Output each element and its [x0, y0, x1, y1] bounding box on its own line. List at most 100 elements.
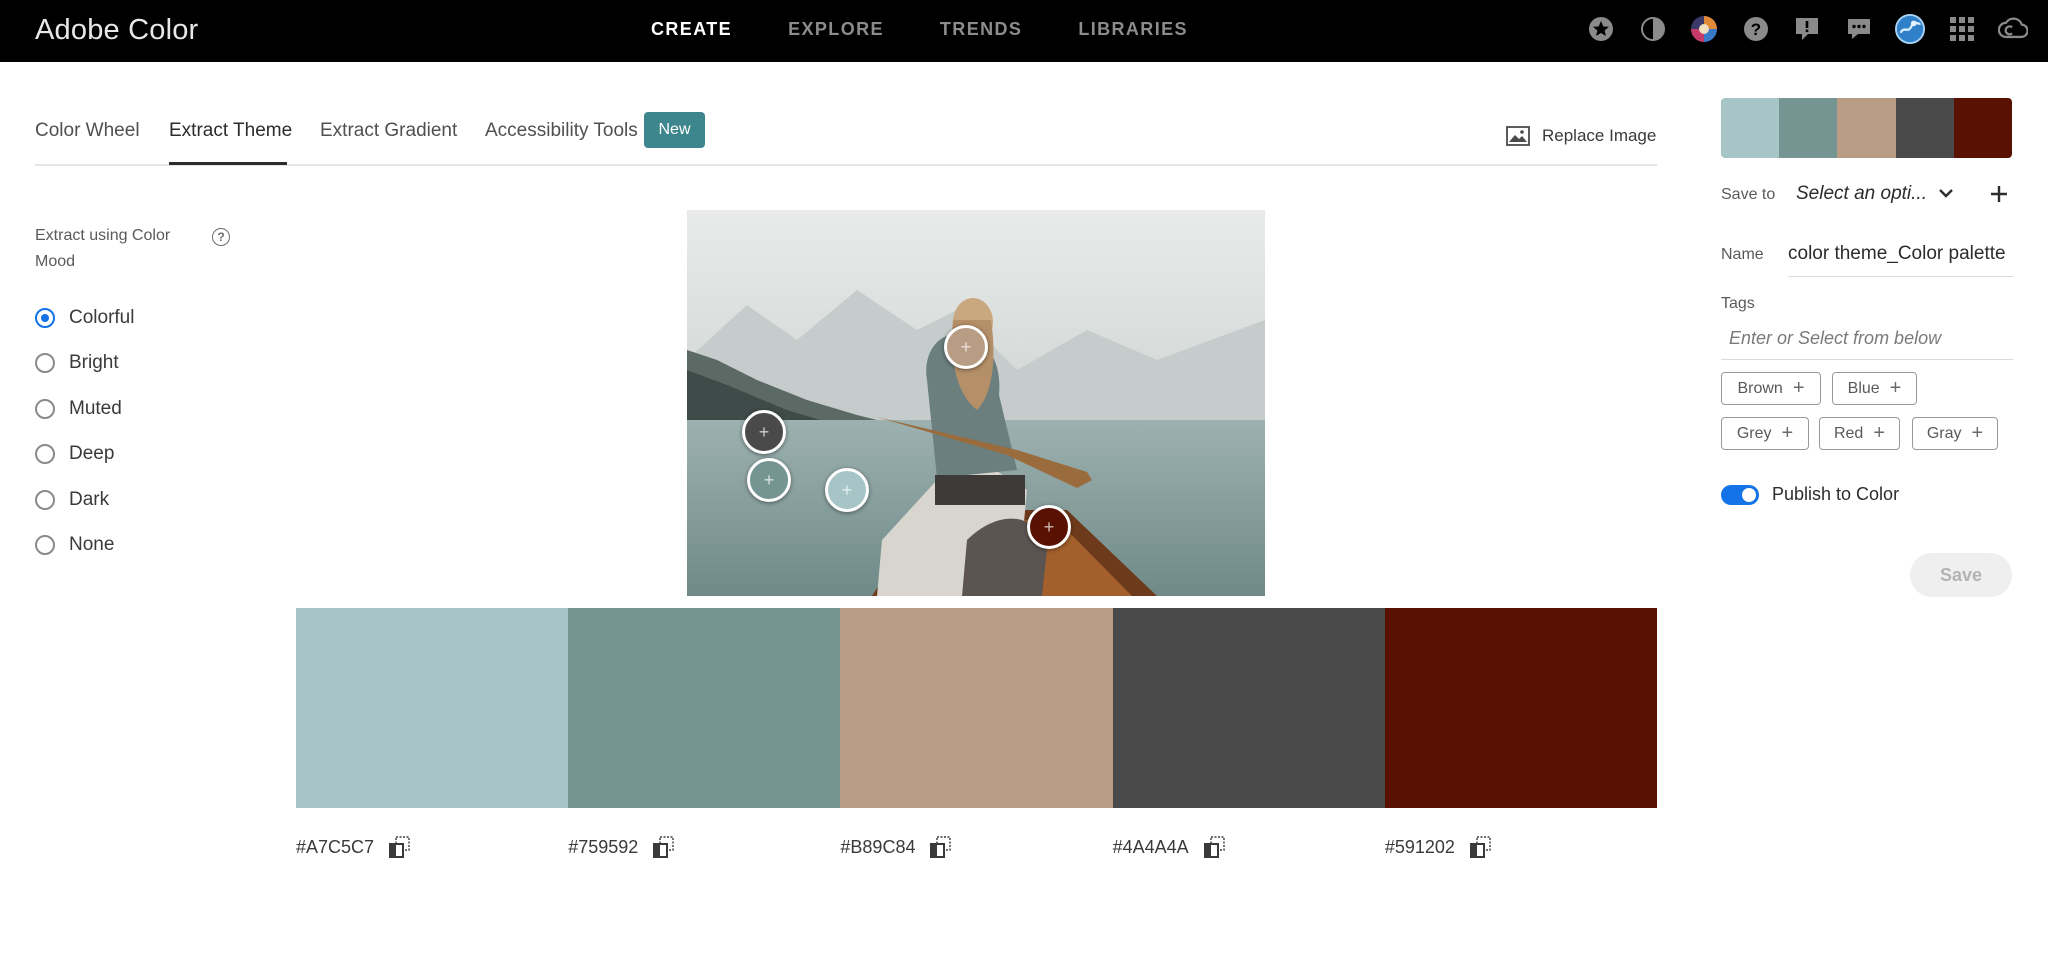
tag-gray[interactable]: Gray +	[1912, 417, 1998, 450]
color-picker-2[interactable]: +	[747, 458, 791, 502]
chat-icon[interactable]	[1844, 14, 1874, 44]
tab-color-wheel[interactable]: Color Wheel	[35, 120, 140, 142]
chevron-down-icon[interactable]	[1938, 187, 1954, 199]
tag-label: Red	[1833, 424, 1864, 442]
save-to-label: Save to	[1721, 186, 1776, 203]
mood-title: Extract using Color Mood	[35, 227, 171, 270]
tab-extract-theme[interactable]: Extract Theme	[169, 120, 292, 142]
copy-icon[interactable]	[1203, 836, 1227, 858]
creative-cloud-icon[interactable]	[1998, 14, 2028, 44]
mood-colorful[interactable]: Colorful	[35, 295, 134, 341]
color-picker-4[interactable]: +	[742, 410, 786, 454]
plus-icon: +	[1781, 422, 1794, 444]
publish-toggle[interactable]	[1721, 485, 1759, 505]
tag-brown[interactable]: Brown +	[1721, 372, 1821, 405]
hex-cell: #A7C5C7	[296, 836, 568, 858]
tags-label: Tags	[1721, 295, 1755, 312]
help-icon[interactable]: ?	[212, 228, 230, 246]
tag-grey[interactable]: Grey +	[1721, 417, 1809, 450]
radio-icon[interactable]	[35, 535, 55, 556]
swatch-3[interactable]	[840, 608, 1113, 808]
mood-label: Deep	[69, 443, 115, 465]
hex-cell: #591202	[1385, 836, 1657, 858]
radio-icon[interactable]	[35, 489, 55, 510]
nav-trends[interactable]: TRENDS	[940, 19, 1022, 40]
add-library-icon[interactable]	[1990, 185, 2008, 203]
hex-values: #A7C5C7 #759592 #B89C84 #4A4A4A #591202	[296, 836, 1657, 858]
mood-label: Muted	[69, 397, 122, 419]
app-logo[interactable]: Adobe Color	[35, 14, 198, 47]
color-gallery-icon[interactable]	[1689, 14, 1719, 44]
copy-icon[interactable]	[388, 836, 412, 858]
feedback-icon[interactable]	[1792, 14, 1822, 44]
swatch-1[interactable]	[296, 608, 569, 808]
preview-swatch	[1895, 98, 1954, 158]
svg-text:?: ?	[1750, 20, 1760, 39]
color-picker-5[interactable]: +	[1027, 505, 1071, 549]
nav-libraries[interactable]: LIBRARIES	[1078, 19, 1188, 40]
radio-icon[interactable]	[35, 444, 55, 465]
mood-none[interactable]: None	[35, 523, 134, 569]
hex-cell: #B89C84	[840, 836, 1112, 858]
hex-cell: #4A4A4A	[1113, 836, 1385, 858]
replace-image-button[interactable]: Replace Image	[1506, 126, 1656, 146]
mood-options: Colorful Bright Muted Deep Dark None	[35, 295, 134, 568]
swatch-4[interactable]	[1112, 608, 1385, 808]
hex-value[interactable]: #4A4A4A	[1113, 837, 1189, 858]
mood-muted[interactable]: Muted	[35, 386, 134, 432]
swatch-5[interactable]	[1384, 608, 1658, 808]
apps-grid-icon[interactable]	[1947, 14, 1977, 44]
swatch-2[interactable]	[568, 608, 841, 808]
mood-dark[interactable]: Dark	[35, 477, 134, 523]
source-photo: + + + + +	[687, 210, 1265, 596]
help-icon[interactable]: ?	[1741, 14, 1771, 44]
radio-icon[interactable]	[35, 307, 55, 328]
library-select[interactable]: Select an opti...	[1796, 183, 1927, 205]
copy-icon[interactable]	[652, 836, 676, 858]
nav-create[interactable]: CREATE	[651, 19, 732, 40]
contrast-icon[interactable]	[1638, 14, 1668, 44]
name-label: Name	[1721, 246, 1764, 263]
tag-blue[interactable]: Blue +	[1832, 372, 1917, 405]
hex-value[interactable]: #B89C84	[840, 837, 915, 858]
tag-label: Gray	[1926, 424, 1962, 442]
nav-explore[interactable]: EXPLORE	[788, 19, 884, 40]
mode-tabs: Color Wheel Extract Theme Extract Gradie…	[35, 112, 1657, 166]
star-badge-icon[interactable]	[1586, 14, 1616, 44]
header-icons: ?	[1586, 14, 2048, 44]
mood-deep[interactable]: Deep	[35, 432, 134, 478]
hex-value[interactable]: #591202	[1385, 837, 1455, 858]
preview-swatch	[1953, 98, 2012, 158]
top-bar: Adobe Color CREATE EXPLORE TRENDS LIBRAR…	[0, 0, 2048, 62]
color-picker-1[interactable]: +	[825, 468, 869, 512]
save-button[interactable]: Save	[1910, 553, 2012, 597]
mood-bright[interactable]: Bright	[35, 341, 134, 387]
radio-icon[interactable]	[35, 353, 55, 374]
radio-icon[interactable]	[35, 398, 55, 419]
plus-icon: +	[1889, 377, 1902, 399]
mood-label: Colorful	[69, 306, 135, 328]
replace-image-label: Replace Image	[1542, 126, 1657, 145]
color-picker-3[interactable]: +	[944, 325, 988, 369]
top-nav: CREATE EXPLORE TRENDS LIBRARIES	[651, 19, 1244, 40]
mood-label: None	[69, 534, 115, 556]
mood-label: Bright	[69, 352, 119, 374]
tags-input[interactable]: Enter or Select from below	[1721, 322, 2013, 360]
tag-label: Brown	[1737, 379, 1783, 397]
mood-label: Dark	[69, 488, 110, 510]
hex-value[interactable]: #759592	[568, 837, 638, 858]
image-icon	[1506, 126, 1530, 146]
tab-accessibility-tools[interactable]: Accessibility Tools	[485, 120, 638, 142]
plus-icon: +	[1792, 377, 1805, 399]
palette-swatches	[296, 608, 1658, 808]
hex-value[interactable]: #A7C5C7	[296, 837, 374, 858]
tab-extract-gradient[interactable]: Extract Gradient	[320, 120, 457, 142]
avatar[interactable]	[1895, 14, 1925, 44]
copy-icon[interactable]	[1469, 836, 1493, 858]
plus-icon: +	[1971, 422, 1984, 444]
tag-red[interactable]: Red +	[1819, 417, 1900, 450]
plus-icon: +	[1873, 422, 1886, 444]
theme-name-input[interactable]: color theme_Color palette	[1788, 240, 2013, 277]
new-badge: New	[644, 112, 705, 148]
copy-icon[interactable]	[929, 836, 953, 858]
